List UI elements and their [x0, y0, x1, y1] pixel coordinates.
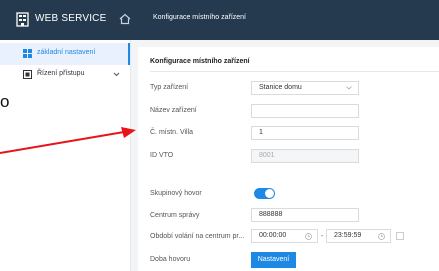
- group-call-toggle[interactable]: [254, 188, 275, 199]
- content-area: Konfigurace místního zařízení Typ zaříze…: [131, 40, 439, 271]
- villa-number-value: 1: [259, 129, 263, 136]
- call-period-end-input[interactable]: 23:59:59: [326, 229, 391, 243]
- vto-id-label: ID VTO: [150, 152, 174, 159]
- device-type-value: Stanice domu: [259, 84, 302, 91]
- grid-icon: [23, 49, 32, 58]
- call-duration-label: Doba hovoru: [150, 256, 191, 263]
- management-center-value: 888888: [259, 211, 283, 218]
- management-center-label: Centrum správy: [150, 212, 200, 219]
- clock-icon: [305, 233, 312, 240]
- top-bar: WEB SERVICE Konfigurace místního zařízen…: [0, 0, 439, 40]
- call-period-start-input[interactable]: 00:00:00: [251, 229, 318, 243]
- door-icon: [23, 70, 32, 79]
- settings-panel: Konfigurace místního zařízení Typ zaříze…: [138, 47, 439, 271]
- call-period-label: Období volání na centrum pr...: [150, 233, 245, 240]
- device-type-label: Typ zařízení: [150, 84, 189, 91]
- building-logo-icon: [16, 12, 29, 27]
- sidebar-item-basic-settings[interactable]: základní nastavení: [0, 43, 130, 65]
- range-separator: -: [321, 233, 324, 240]
- vto-id-value: 8001: [259, 152, 275, 159]
- device-name-label: Název zařízení: [150, 107, 197, 114]
- breadcrumb: Konfigurace místního zařízení: [153, 14, 246, 21]
- home-icon[interactable]: [119, 13, 131, 25]
- villa-number-input[interactable]: 1: [251, 126, 359, 140]
- call-period-start-value: 00:00:00: [259, 232, 287, 239]
- panel-title: Konfigurace místního zařízení: [150, 58, 250, 65]
- villa-number-label: Č. místn. Villa: [150, 129, 194, 136]
- call-period-end-value: 23:59:59: [334, 232, 362, 239]
- annotation-text: o: [0, 92, 10, 111]
- clock-icon: [378, 233, 385, 240]
- chevron-down-icon[interactable]: [113, 71, 120, 78]
- sidebar-item-access-control[interactable]: Řízení přístupu: [0, 64, 130, 86]
- divider: [150, 71, 439, 72]
- settings-button[interactable]: Nastavení: [251, 252, 296, 268]
- sidebar: základní nastavení Řízení přístupu: [0, 40, 131, 271]
- device-name-input[interactable]: [251, 104, 359, 118]
- sidebar-item-label: základní nastavení: [37, 49, 96, 56]
- vto-id-input: 8001: [251, 149, 359, 163]
- sidebar-item-label: Řízení přístupu: [37, 70, 85, 77]
- brand-title: WEB SERVICE: [35, 13, 107, 24]
- management-center-input[interactable]: 888888: [251, 208, 359, 222]
- call-period-checkbox[interactable]: [396, 232, 404, 240]
- group-call-label: Skupinový hovor: [150, 190, 202, 197]
- toggle-knob: [265, 189, 274, 198]
- chevron-down-icon: [346, 86, 352, 90]
- device-type-select[interactable]: Stanice domu: [251, 81, 359, 95]
